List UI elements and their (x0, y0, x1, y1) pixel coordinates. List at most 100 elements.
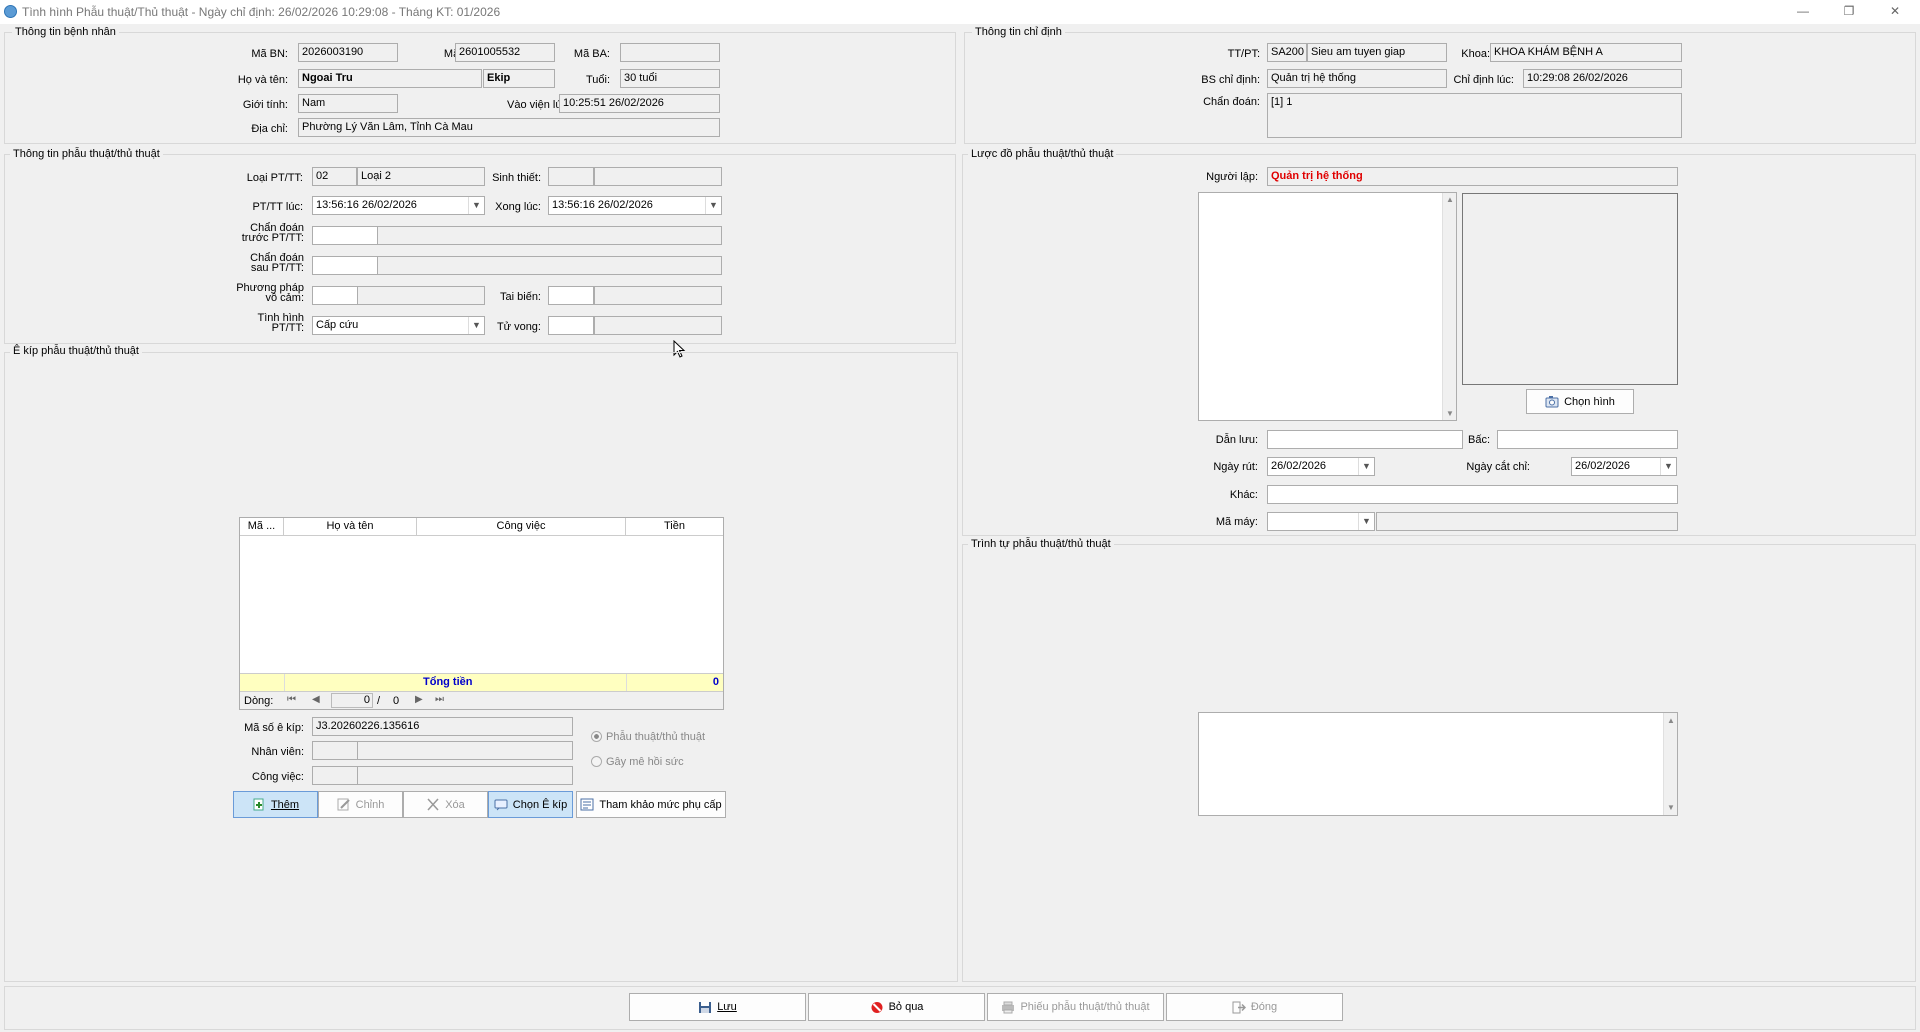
radio-gmhs[interactable]: Gây mê hồi sức (591, 756, 684, 768)
sinh-thiet-name-field[interactable] (594, 167, 722, 186)
loai-pt-name-field[interactable]: Loại 2 (357, 167, 485, 186)
edit-button[interactable]: Chỉnh (318, 791, 403, 818)
nav-total: 0 (393, 695, 400, 707)
scroll-up-icon[interactable]: ▲ (1443, 195, 1457, 204)
chevron-down-icon[interactable]: ▼ (1358, 458, 1374, 475)
pp-vo-cam-name-field[interactable] (357, 286, 485, 305)
choose-image-button[interactable]: Chọn hình (1526, 389, 1634, 414)
close-button[interactable]: ✕ (1872, 0, 1918, 24)
cd-sau-code-field[interactable] (312, 256, 378, 275)
sequence-textarea[interactable]: ▲ ▼ (1198, 712, 1678, 816)
nav-current-input[interactable]: 0 (331, 693, 373, 708)
notes-scrollbar[interactable]: ▲ ▼ (1442, 193, 1456, 420)
col-header-cong-viec[interactable]: Công việc (417, 518, 626, 536)
dan-luu-field[interactable] (1267, 430, 1463, 449)
cd-sau-name-field[interactable] (377, 256, 722, 275)
tu-vong-code-field[interactable] (548, 316, 594, 335)
pp-vo-cam-label: Phương pháp vô cảm: (200, 283, 304, 304)
ma-so-ekip-field[interactable]: J3.20260226.135616 (312, 717, 573, 736)
tai-bien-name-field[interactable] (594, 286, 722, 305)
pt-luc-picker[interactable]: 13:56:16 26/02/2026 ▼ (312, 196, 485, 215)
tai-bien-code-field[interactable] (548, 286, 594, 305)
ma-bn-field[interactable]: 2026003190 (298, 43, 398, 62)
chan-doan-field[interactable]: [1] 1 (1267, 93, 1682, 138)
xong-luc-value: 13:56:16 26/02/2026 (552, 199, 653, 211)
ho-ten-label: Họ và tên: (237, 74, 288, 86)
chevron-down-icon[interactable]: ▼ (705, 197, 721, 214)
cd-truoc-label-line2: trước PT/TT: (241, 232, 304, 244)
xong-luc-picker[interactable]: 13:56:16 26/02/2026 ▼ (548, 196, 722, 215)
tinh-hinh-label: Tình hình PT/TT: (200, 313, 304, 334)
ma-may-select[interactable]: ▼ (1267, 512, 1375, 531)
close-form-button[interactable]: Đóng (1166, 993, 1343, 1021)
camera-icon (1545, 396, 1559, 408)
skip-button[interactable]: Bỏ qua (808, 993, 985, 1021)
tinh-hinh-select[interactable]: Cấp cứu ▼ (312, 316, 485, 335)
minimize-button[interactable]: — (1780, 0, 1826, 24)
cong-viec-label: Công việc: (252, 771, 304, 783)
surgery-info-title: Thông tin phẫu thuật/thủ thuật (10, 148, 163, 160)
sinh-thiet-code-field[interactable] (548, 167, 594, 186)
choose-team-button[interactable]: Chọn Ê kíp (488, 791, 573, 818)
gioi-tinh-field[interactable]: Nam (298, 94, 398, 113)
cong-viec-name-field[interactable] (357, 766, 573, 785)
ma-ba-field[interactable] (620, 43, 720, 62)
ekip-field[interactable]: Ekip (483, 69, 555, 88)
nguoi-lap-field[interactable]: Quản trị hệ thống (1267, 167, 1678, 186)
patient-info-title: Thông tin bệnh nhân (12, 26, 119, 38)
pp-vo-cam-code-field[interactable] (312, 286, 358, 305)
chi-dinh-luc-label: Chỉ định lúc: (1453, 74, 1514, 86)
nhan-vien-name-field[interactable] (357, 741, 573, 760)
col-header-ho-ten[interactable]: Họ và tên (284, 518, 417, 536)
scroll-up-icon[interactable]: ▲ (1664, 716, 1678, 725)
loai-pt-code-field[interactable]: 02 (312, 167, 357, 186)
nhan-vien-code-field[interactable] (312, 741, 358, 760)
save-button[interactable]: Lưu (629, 993, 806, 1021)
col-header-ma[interactable]: Mã ... (240, 518, 284, 536)
reference-allowance-button[interactable]: Tham khảo mức phụ cấp (576, 791, 726, 818)
first-page-icon[interactable]: ⏮ (287, 694, 296, 705)
surgery-form-button[interactable]: Phiếu phẫu thuật/thủ thuật (987, 993, 1164, 1021)
cd-truoc-name-field[interactable] (377, 226, 722, 245)
delete-button[interactable]: Xóa (403, 791, 488, 818)
dia-chi-field[interactable]: Phường Lý Văn Lâm, Tỉnh Cà Mau (298, 118, 720, 137)
chevron-down-icon[interactable]: ▼ (1358, 513, 1374, 530)
tuoi-field[interactable]: 30 tuổi (620, 69, 720, 88)
col-header-tien[interactable]: Tiền (626, 518, 723, 536)
team-grid[interactable]: Mã ... Họ và tên Công việc Tiền Tổng tiề… (239, 517, 724, 710)
scroll-down-icon[interactable]: ▼ (1443, 409, 1457, 418)
radio-pttt[interactable]: Phẫu thuật/thủ thuật (591, 731, 705, 743)
ma-may-name-field[interactable] (1376, 512, 1678, 531)
next-page-icon[interactable]: ▶ (415, 694, 423, 705)
ma-kb-field[interactable]: 2601005532 (455, 43, 555, 62)
chi-dinh-luc-field[interactable]: 10:29:08 26/02/2026 (1523, 69, 1682, 88)
add-button-label: Thêm (270, 798, 300, 811)
diagram-notes-textarea[interactable]: ▲ ▼ (1198, 192, 1457, 421)
cong-viec-code-field[interactable] (312, 766, 358, 785)
sequence-scrollbar[interactable]: ▲ ▼ (1663, 713, 1677, 815)
order-info-title: Thông tin chỉ định (972, 26, 1065, 38)
prev-page-icon[interactable]: ◀ (312, 694, 320, 705)
delete-icon (427, 798, 439, 811)
cd-truoc-code-field[interactable] (312, 226, 378, 245)
khoa-field[interactable]: KHOA KHÁM BỆNH A (1490, 43, 1682, 62)
tt-pt-code-field[interactable]: SA200 (1267, 43, 1307, 62)
ma-so-ekip-label: Mã số ê kíp: (244, 722, 304, 734)
chevron-down-icon[interactable]: ▼ (1660, 458, 1676, 475)
window-title: Tình hình Phẫu thuật/Thủ thuật - Ngày ch… (22, 5, 501, 19)
ngay-rut-picker[interactable]: 26/02/2026 ▼ (1267, 457, 1375, 476)
tu-vong-name-field[interactable] (594, 316, 722, 335)
scroll-down-icon[interactable]: ▼ (1664, 803, 1678, 812)
nhan-vien-label: Nhân viên: (251, 746, 304, 758)
add-button[interactable]: Thêm (233, 791, 318, 818)
maximize-button[interactable]: ❐ (1826, 0, 1872, 24)
khac-field[interactable] (1267, 485, 1678, 504)
ngay-cat-chi-picker[interactable]: 26/02/2026 ▼ (1571, 457, 1677, 476)
last-page-icon[interactable]: ⏭ (435, 694, 444, 705)
bac-field[interactable] (1497, 430, 1678, 449)
choose-team-icon (494, 799, 508, 811)
nav-label: Dòng: (244, 695, 274, 707)
bs-chi-dinh-field[interactable]: Quản trị hệ thống (1267, 69, 1447, 88)
vao-vien-field[interactable]: 10:25:51 26/02/2026 (559, 94, 720, 113)
ho-ten-field[interactable]: Ngoai Tru (298, 69, 482, 88)
